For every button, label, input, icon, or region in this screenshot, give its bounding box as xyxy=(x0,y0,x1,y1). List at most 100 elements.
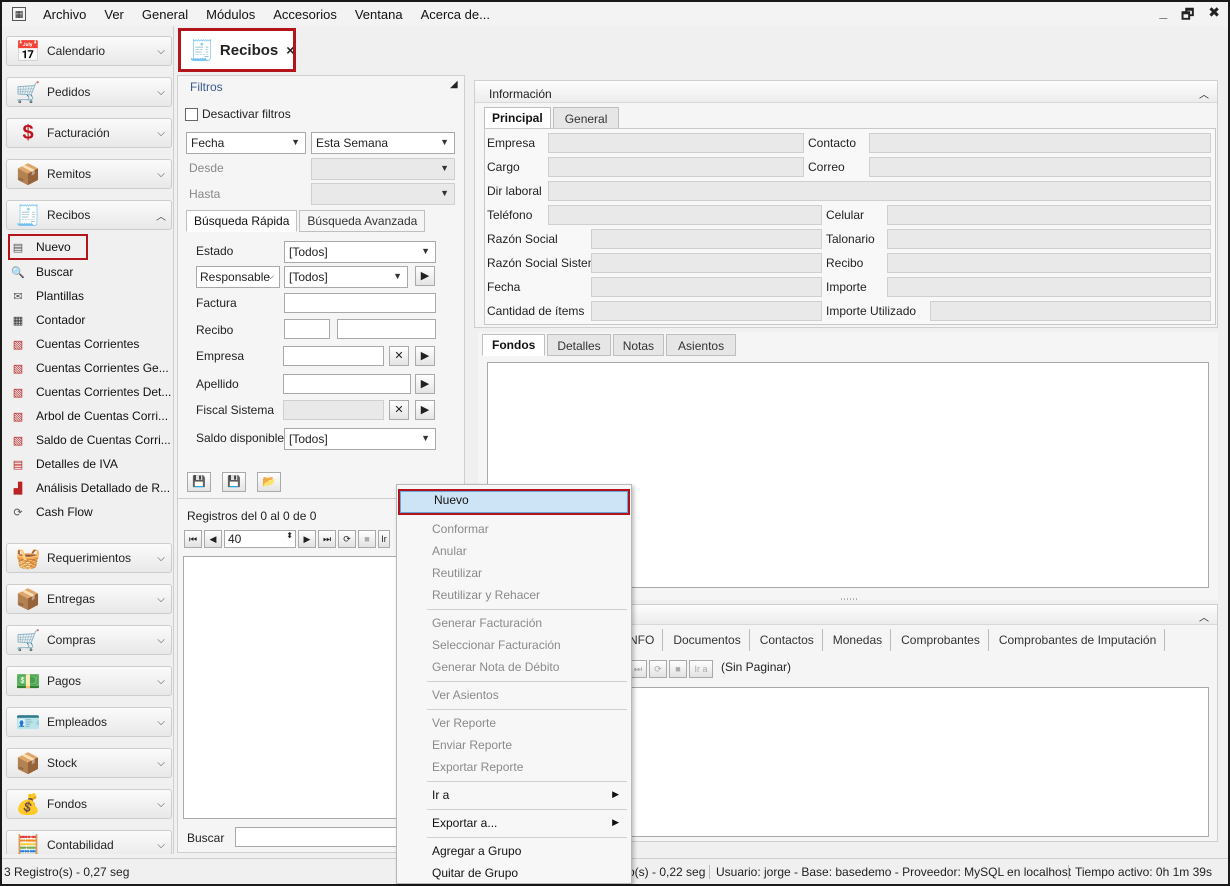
razon-social-field[interactable] xyxy=(591,229,822,249)
collapse-up-icon[interactable]: ︿ xyxy=(1199,86,1209,101)
responsable-select[interactable]: Responsable ⌵ xyxy=(196,266,280,288)
cantidad-items-field[interactable] xyxy=(591,301,822,321)
menu-item-generar-nota-debito[interactable]: Generar Nota de Débito xyxy=(397,656,631,678)
desde-date-field[interactable]: ▼ xyxy=(311,158,455,180)
buscar-input[interactable] xyxy=(235,827,399,847)
menu-archivo[interactable]: Archivo xyxy=(34,7,95,22)
sidebar-group-pagos[interactable]: 💵 Pagos ⌵ xyxy=(6,666,172,696)
sidebar-item-cash-flow[interactable]: ⟳ Cash Flow xyxy=(10,501,173,523)
last-page-icon[interactable]: ⏭ xyxy=(318,530,336,548)
menu-modulos[interactable]: Módulos xyxy=(197,7,264,22)
talonario-field[interactable] xyxy=(887,229,1211,249)
refresh-icon[interactable]: ⟳ xyxy=(649,660,667,678)
menu-item-exportar-a[interactable]: Exportar a... ▶ xyxy=(397,812,631,834)
clear-fiscal-button[interactable]: ✕ xyxy=(389,400,409,420)
tab-recibos[interactable]: 🧾 Recibos × xyxy=(178,28,296,72)
results-list[interactable] xyxy=(183,556,399,819)
sidebar-item-cuentas-corrientes-ge[interactable]: ▧ Cuentas Corrientes Ge... xyxy=(10,357,173,379)
open-folder-icon[interactable]: 📂 xyxy=(257,472,281,492)
importe-field[interactable] xyxy=(887,277,1211,297)
tab-busqueda-rapida[interactable]: Búsqueda Rápida xyxy=(186,210,298,232)
tab-general[interactable]: General xyxy=(552,107,620,129)
tab-info[interactable]: NFO xyxy=(627,629,664,651)
importe-utilizado-field[interactable] xyxy=(930,301,1211,321)
sidebar-item-saldo-cuentas[interactable]: ▧ Saldo de Cuentas Corri... xyxy=(10,429,173,451)
menu-item-anular[interactable]: Anular xyxy=(397,540,631,562)
tab-notas[interactable]: Notas xyxy=(612,334,665,356)
empresa-next-button[interactable]: ▶ xyxy=(415,346,435,366)
tab-asientos[interactable]: Asientos xyxy=(666,334,737,356)
sidebar-item-contador[interactable]: ▦ Contador xyxy=(10,309,173,331)
sidebar-item-detalles-iva[interactable]: ▤ Detalles de IVA xyxy=(10,453,173,475)
sidebar-group-contabilidad[interactable]: 🧮 Contabilidad ⌵ xyxy=(6,830,172,854)
collapse-icon[interactable]: ◢ xyxy=(450,79,458,90)
tab-contactos[interactable]: Contactos xyxy=(751,629,823,651)
menu-item-quitar-grupo[interactable]: Quitar de Grupo xyxy=(397,862,631,884)
tab-busqueda-avanzada[interactable]: Búsqueda Avanzada xyxy=(299,210,426,232)
close-tab-icon[interactable]: × xyxy=(286,42,294,58)
menu-item-ver-reporte[interactable]: Ver Reporte xyxy=(397,712,631,734)
refresh-icon[interactable]: ⟳ xyxy=(338,530,356,548)
contacto-field[interactable] xyxy=(869,133,1211,153)
menu-acerca[interactable]: Acerca de... xyxy=(412,7,499,22)
tab-monedas[interactable]: Monedas xyxy=(824,629,892,651)
menu-accesorios[interactable]: Accesorios xyxy=(264,7,346,22)
sidebar-item-arbol-cuentas[interactable]: ▧ Arbol de Cuentas Corri... xyxy=(10,405,173,427)
clear-empresa-button[interactable]: ✕ xyxy=(389,346,409,366)
tab-documentos[interactable]: Documentos xyxy=(665,629,750,651)
prev-page-icon[interactable]: ◀ xyxy=(204,530,222,548)
apellido-input[interactable] xyxy=(283,374,411,394)
deactivate-filters-checkbox[interactable] xyxy=(185,108,198,121)
fecha-field[interactable] xyxy=(591,277,822,297)
minimize-icon[interactable]: _ xyxy=(1159,4,1167,28)
empresa-input[interactable] xyxy=(283,346,384,366)
fiscal-next-button[interactable]: ▶ xyxy=(415,400,435,420)
save-filter-icon[interactable]: 💾 xyxy=(187,472,211,492)
correo-field[interactable] xyxy=(869,157,1211,177)
cargo-field[interactable] xyxy=(548,157,804,177)
fiscal-sistema-input[interactable] xyxy=(283,400,384,420)
recibo-number-input[interactable] xyxy=(337,319,436,339)
menu-general[interactable]: General xyxy=(133,7,197,22)
restore-icon[interactable]: 🗗 xyxy=(1181,4,1194,28)
related-grid[interactable] xyxy=(629,687,1209,837)
factura-input[interactable] xyxy=(284,293,436,313)
sidebar-item-plantillas[interactable]: ✉ Plantillas xyxy=(10,285,173,307)
apellido-next-button[interactable]: ▶ xyxy=(415,374,435,394)
menu-item-reutilizar[interactable]: Reutilizar xyxy=(397,562,631,584)
tab-principal[interactable]: Principal xyxy=(484,107,551,129)
sidebar-item-analisis[interactable]: ▟ Análisis Detallado de R... xyxy=(10,477,173,499)
sidebar-group-pedidos[interactable]: 🛒 Pedidos ⌵ xyxy=(6,77,172,107)
sidebar-group-fondos[interactable]: 💰 Fondos ⌵ xyxy=(6,789,172,819)
sidebar-item-nuevo[interactable]: ▤ Nuevo xyxy=(8,234,88,260)
sidebar-group-empleados[interactable]: 🪪 Empleados ⌵ xyxy=(6,707,172,737)
sidebar-item-cuentas-corrientes[interactable]: ▧ Cuentas Corrientes xyxy=(10,333,173,355)
menu-item-exportar-reporte[interactable]: Exportar Reporte xyxy=(397,756,631,778)
next-page-icon[interactable]: ▶ xyxy=(298,530,316,548)
menu-item-enviar-reporte[interactable]: Enviar Reporte xyxy=(397,734,631,756)
sidebar-item-buscar[interactable]: 🔍 Buscar xyxy=(10,261,173,283)
sidebar-group-entregas[interactable]: 📦 Entregas ⌵ xyxy=(6,584,172,614)
dir-laboral-field[interactable] xyxy=(548,181,1211,201)
menu-item-generar-facturacion[interactable]: Generar Facturación xyxy=(397,612,631,634)
page-size-input[interactable]: 40 ⬍ xyxy=(224,530,296,548)
recibo-prefix-input[interactable] xyxy=(284,319,330,339)
tab-comprobantes-imputacion[interactable]: Comprobantes de Imputación xyxy=(990,629,1166,651)
menu-item-conformar[interactable]: Conformar xyxy=(397,518,631,540)
sidebar-item-cuentas-corrientes-det[interactable]: ▧ Cuentas Corrientes Det... xyxy=(10,381,173,403)
tab-fondos[interactable]: Fondos xyxy=(482,334,546,356)
go-to-button[interactable]: Ir xyxy=(378,530,390,548)
first-page-icon[interactable]: ⏮ xyxy=(184,530,202,548)
menu-item-reutilizar-rehacer[interactable]: Reutilizar y Rehacer xyxy=(397,584,631,606)
menu-item-seleccionar-facturacion[interactable]: Seleccionar Facturación xyxy=(397,634,631,656)
stop-icon[interactable]: ■ xyxy=(669,660,687,678)
recibo-field[interactable] xyxy=(887,253,1211,273)
sidebar-group-compras[interactable]: 🛒 Compras ⌵ xyxy=(6,625,172,655)
responsable-next-button[interactable]: ▶ xyxy=(415,266,435,286)
menu-item-nuevo[interactable]: Nuevo xyxy=(398,489,630,515)
sidebar-group-recibos[interactable]: 🧾 Recibos ︿ xyxy=(6,200,172,230)
stop-icon[interactable]: ■ xyxy=(358,530,376,548)
date-range-select[interactable]: Esta Semana ▼ xyxy=(311,132,455,154)
go-to-button[interactable]: Ir a xyxy=(689,660,713,678)
saldo-disponible-select[interactable]: [Todos] ▼ xyxy=(284,428,436,450)
